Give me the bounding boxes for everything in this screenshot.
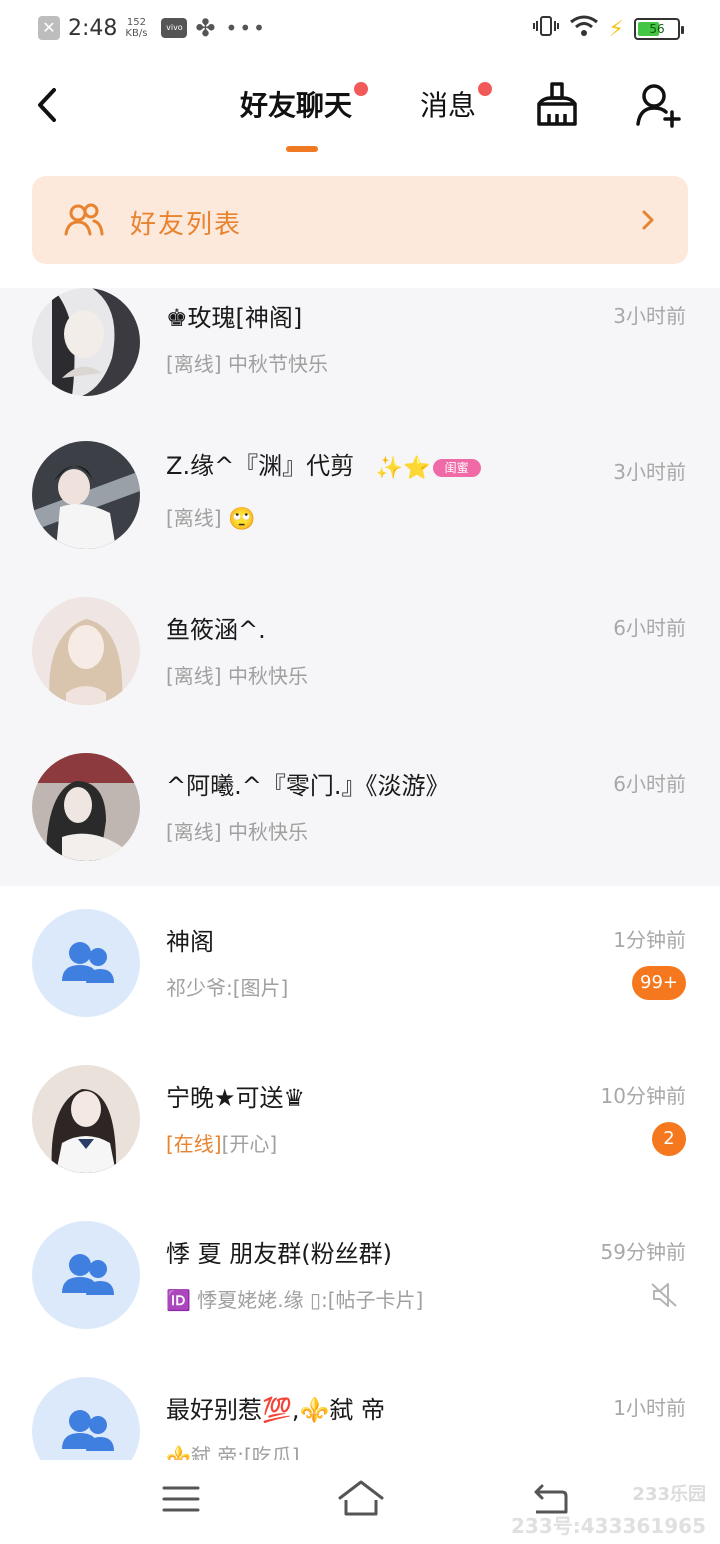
home-icon[interactable]: [336, 1478, 386, 1518]
chevron-right-icon: [642, 210, 654, 230]
chat-name: Z.缘^『渊』代剪 ✨⭐ 闺蜜: [166, 446, 481, 481]
chat-name: 悸 夏 朋友群(粉丝群): [166, 1240, 392, 1268]
chat-time: 6小时前: [613, 616, 686, 640]
friend-list-entry[interactable]: 好友列表: [32, 176, 688, 264]
chat-time: 6小时前: [613, 772, 686, 796]
chat-row[interactable]: 神阁 1分钟前 祁少爷:[图片] 99+: [0, 892, 720, 1048]
network-speed: 152 KB/s: [125, 17, 147, 39]
chat-row[interactable]: 悸 夏 朋友群(粉丝群) 59分钟前 🆔 悸夏姥姥.缘 ▯:[帖子卡片]: [0, 1204, 720, 1360]
chat-preview-text: [开心]: [221, 1132, 278, 1156]
avatar: [32, 441, 140, 549]
group-avatar: [32, 909, 140, 1017]
tab-friend-chat-label: 好友聊天: [240, 89, 353, 122]
chat-row[interactable]: 宁晚★可送♛ 10分钟前 [在线][开心] 2: [0, 1048, 720, 1204]
charging-icon: ⚡: [608, 16, 624, 42]
chat-row[interactable]: Z.缘^『渊』代剪 ✨⭐ 闺蜜 3小时前 [离线] 🙄: [0, 424, 720, 580]
battery-level: 56: [649, 22, 665, 36]
eye-roll-emoji: 🙄: [227, 507, 256, 532]
tab-messages[interactable]: 消息: [420, 82, 493, 124]
status-bar: ✕ 2:48 152 KB/s vivo ✤ ••• ⚡ 56: [0, 0, 720, 60]
watermark: 233乐园 233号:433361965: [511, 1480, 706, 1539]
status-bar-left: ✕ 2:48 152 KB/s vivo ✤ •••: [38, 12, 267, 44]
header: 好友聊天 消息: [0, 60, 720, 160]
avatar: [32, 753, 140, 861]
add-friend-icon[interactable]: [634, 80, 682, 130]
unread-badge: 99+: [632, 966, 686, 1000]
status-bar-right: ⚡ 56: [532, 14, 684, 44]
chat-time: 3小时前: [613, 304, 686, 328]
watermark-id: 233号:433361965: [511, 1514, 706, 1538]
fan-icon: ✤: [195, 14, 216, 42]
chat-row[interactable]: ^阿曦.^『零门.』《淡游》 6小时前 [离线] 中秋快乐: [0, 736, 720, 886]
chat-name: 宁晚★可送♛: [166, 1084, 306, 1112]
battery-icon: 56: [634, 18, 684, 40]
back-arrow-icon[interactable]: [28, 80, 68, 130]
chat-preview: [离线] 中秋快乐: [166, 664, 308, 688]
tab-messages-label: 消息: [420, 89, 477, 122]
chat-preview: 祁少爷:[图片]: [166, 976, 289, 1000]
chat-preview: [在线][开心]: [166, 1128, 277, 1157]
tab-friend-chat[interactable]: 好友聊天: [240, 82, 369, 124]
unread-dot: [354, 82, 369, 96]
chat-preview-text: [离线]: [166, 506, 222, 530]
broom-clean-icon[interactable]: [533, 80, 581, 130]
bestie-tag: ✨⭐ 闺蜜: [376, 453, 481, 481]
chat-name: 最好别惹💯,⚜️弑 帝: [166, 1396, 386, 1424]
chat-preview: 🆔 悸夏姥姥.缘 ▯:[帖子卡片]: [166, 1288, 424, 1312]
friend-list-label: 好友列表: [130, 210, 243, 240]
group-avatar: [32, 1221, 140, 1329]
chat-name: 鱼筱涵^.: [166, 616, 266, 644]
chat-name: ♚玫瑰[神阁]: [166, 304, 303, 332]
chat-preview: [离线] 中秋节快乐: [166, 352, 328, 376]
friends-icon: [64, 203, 104, 236]
avatar: [32, 1065, 140, 1173]
chat-preview: [离线] 中秋快乐: [166, 820, 308, 844]
chat-name-text: Z.缘^『渊』代剪: [166, 452, 355, 480]
bestie-tag-label: 闺蜜: [432, 459, 481, 477]
system-nav-bar: 233乐园 233号:433361965: [0, 1460, 720, 1544]
notification-close-icon: ✕: [38, 16, 60, 40]
star-pair-icon: ✨⭐: [375, 456, 431, 481]
chat-time: 3小时前: [613, 460, 686, 484]
vibrate-icon: [532, 14, 559, 44]
group-icon: [62, 1410, 114, 1451]
active-tab-indicator: [286, 146, 318, 152]
group-icon: [62, 1254, 114, 1295]
chat-time: 59分钟前: [600, 1240, 686, 1264]
more-notifications-icon: •••: [225, 16, 267, 40]
online-status: [在线]: [166, 1132, 222, 1156]
chat-time: 10分钟前: [600, 1084, 686, 1108]
chat-time: 1小时前: [613, 1396, 686, 1420]
chat-preview: ⚜️弑 帝:[吃瓜]: [166, 1444, 300, 1460]
menu-icon[interactable]: [162, 1482, 200, 1516]
chat-row[interactable]: ♚玫瑰[神阁] 3小时前 [离线] 中秋节快乐: [0, 288, 720, 424]
chat-row[interactable]: 鱼筱涵^. 6小时前 [离线] 中秋快乐: [0, 580, 720, 736]
chat-list: ♚玫瑰[神阁] 3小时前 [离线] 中秋节快乐 Z.缘^『渊』代剪 ✨⭐ 闺蜜 3…: [0, 288, 720, 1460]
chat-name: 神阁: [166, 928, 214, 956]
chat-time: 1分钟前: [613, 928, 686, 952]
wifi-icon: [569, 14, 599, 44]
group-avatar: [32, 1377, 140, 1460]
unread-badge: 2: [652, 1122, 686, 1156]
status-time: 2:48: [68, 15, 118, 41]
watermark-brand: 233乐园: [632, 1484, 706, 1505]
avatar: [32, 597, 140, 705]
network-speed-unit: KB/s: [125, 28, 148, 39]
mute-icon: [651, 1283, 677, 1307]
chat-name: ^阿曦.^『零门.』《淡游》: [166, 772, 450, 800]
avatar: [32, 288, 140, 396]
unread-dot: [478, 82, 493, 96]
group-icon: [62, 942, 114, 983]
network-speed-value: 152: [126, 17, 146, 28]
vivo-logo-icon: vivo: [161, 18, 188, 38]
chat-preview: [离线] 🙄: [166, 502, 255, 532]
chat-row[interactable]: 最好别惹💯,⚜️弑 帝 1小时前 ⚜️弑 帝:[吃瓜]: [0, 1360, 720, 1460]
